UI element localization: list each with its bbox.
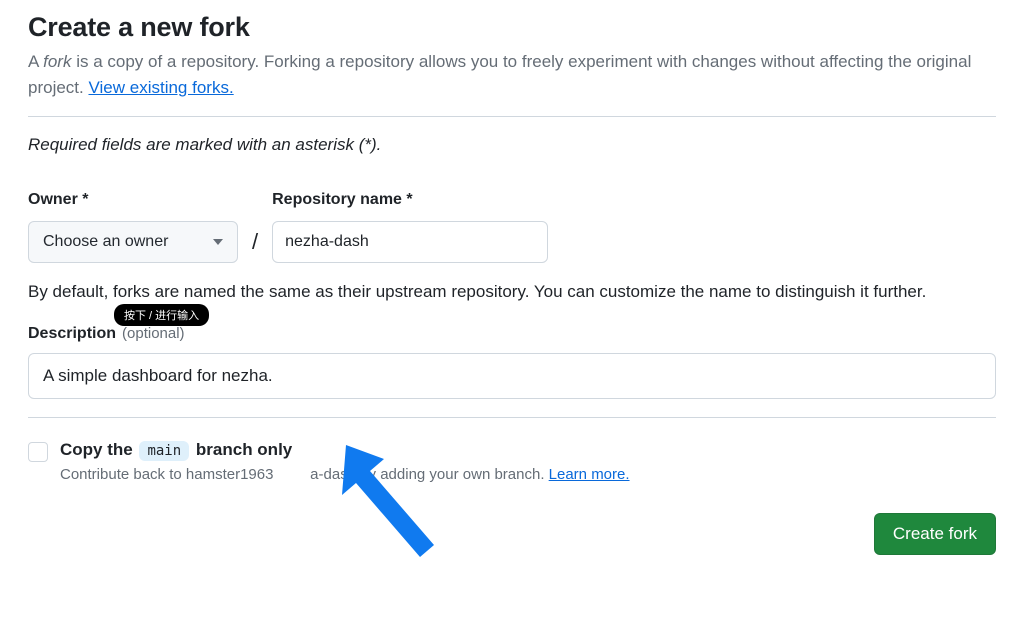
required-fields-note: Required fields are marked with an aster… bbox=[28, 135, 996, 155]
bottom-bar: Create fork bbox=[28, 513, 996, 555]
owner-label: Owner * bbox=[28, 191, 238, 209]
description-label: Description bbox=[28, 325, 116, 343]
owner-repo-row: Owner * Choose an owner / Repository nam… bbox=[28, 191, 996, 263]
view-existing-forks-link[interactable]: View existing forks. bbox=[88, 78, 233, 97]
description-input[interactable] bbox=[28, 353, 996, 399]
owner-repo-slash: / bbox=[252, 229, 258, 255]
copy-branch-sub: Contribute back to hamster1963/nezha-das… bbox=[60, 466, 630, 483]
copy-branch-row: Copy the main branch only Contribute bac… bbox=[28, 440, 996, 483]
ime-tooltip: 按下 / 进行输入 bbox=[114, 304, 209, 326]
repo-name-label: Repository name * bbox=[272, 191, 548, 209]
repo-name-helper: By default, forks are named the same as … bbox=[28, 279, 996, 305]
owner-field: Owner * Choose an owner bbox=[28, 191, 238, 263]
repo-name-input[interactable] bbox=[272, 221, 548, 263]
page-subtitle: A fork is a copy of a repository. Forkin… bbox=[28, 49, 996, 100]
divider-top bbox=[28, 116, 996, 117]
description-field: 按下 / 进行输入 Description (optional) bbox=[28, 325, 996, 399]
copy-branch-label: Copy the main branch only bbox=[60, 440, 630, 460]
owner-select[interactable]: Choose an owner bbox=[28, 221, 238, 263]
learn-more-link[interactable]: Learn more. bbox=[549, 466, 630, 483]
branch-chip: main bbox=[139, 441, 189, 461]
caret-down-icon bbox=[213, 239, 223, 245]
description-optional: (optional) bbox=[122, 325, 185, 342]
copy-main-branch-checkbox[interactable] bbox=[28, 442, 48, 462]
page-title: Create a new fork bbox=[28, 12, 996, 43]
create-fork-button[interactable]: Create fork bbox=[874, 513, 996, 555]
repo-name-field: Repository name * bbox=[272, 191, 548, 263]
divider-mid bbox=[28, 417, 996, 418]
